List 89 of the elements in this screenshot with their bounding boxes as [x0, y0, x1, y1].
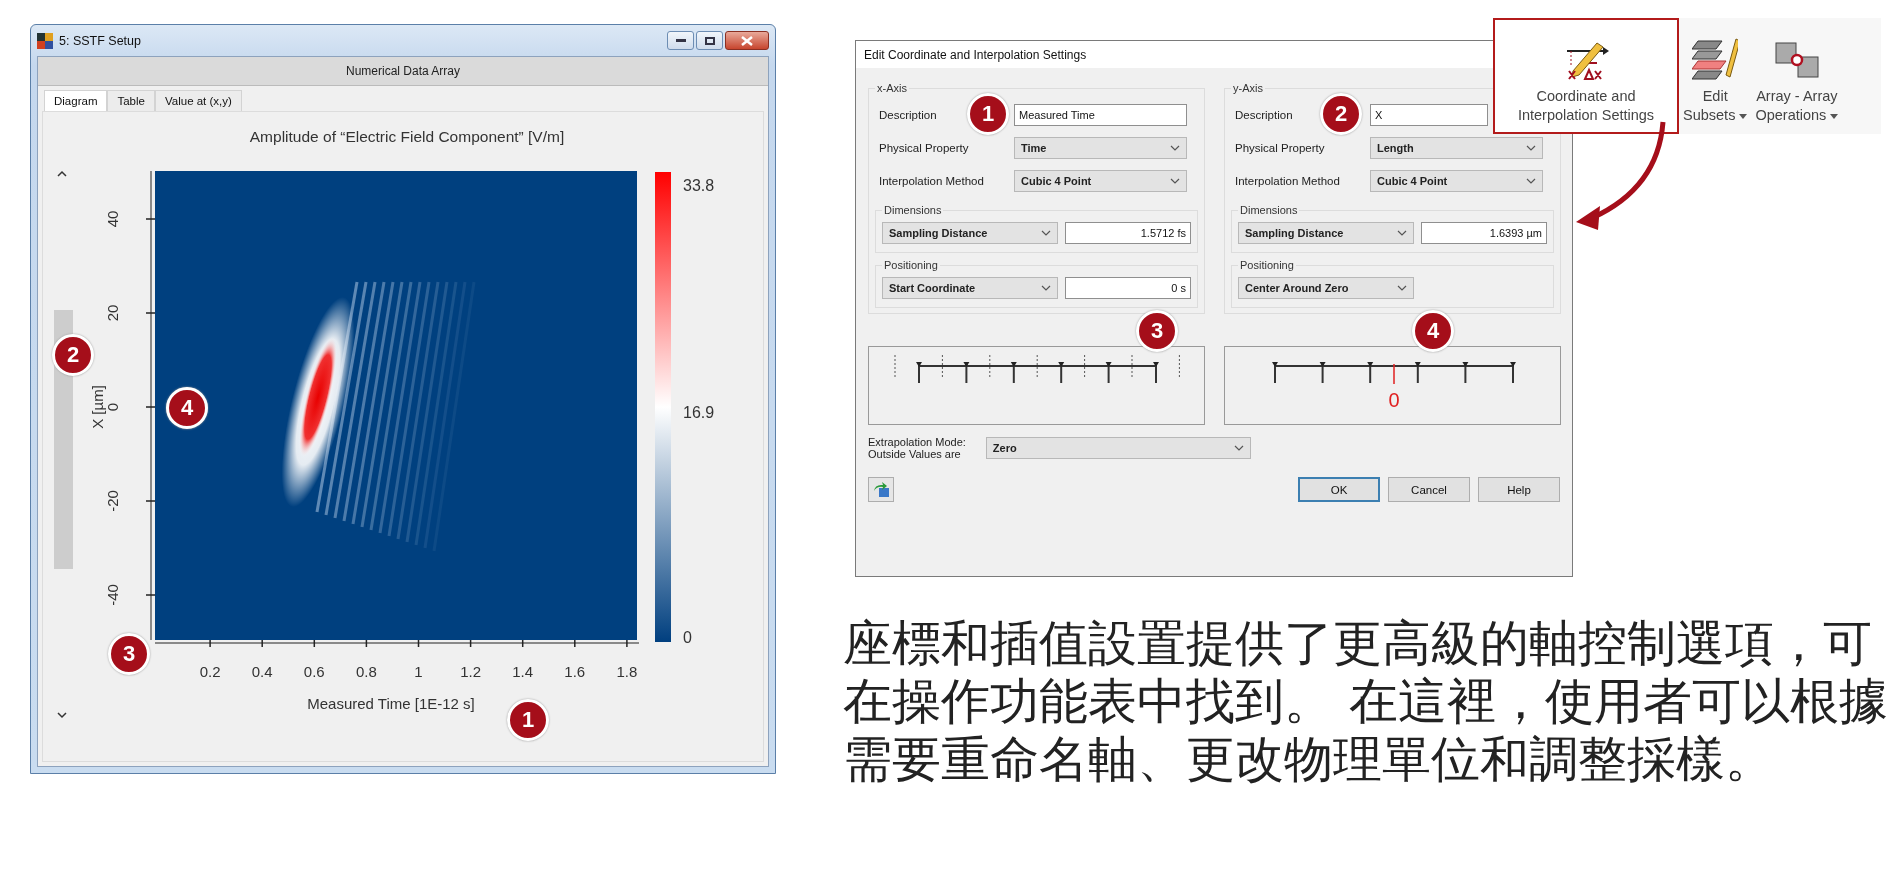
window-title: 5: SSTF Setup: [59, 33, 141, 48]
chevron-icon: [1041, 285, 1051, 291]
panel-header: Numerical Data Array: [38, 57, 768, 86]
chevron-icon: [1526, 178, 1536, 184]
tick-label: 1.8: [616, 663, 638, 680]
caption-text: 座標和插值設置提供了更高級的軸控制選項，可在操作功能表中找到。 在這裡，使用者可以根據需要重命名軸、更改物理單位和調整採樣。: [843, 615, 1889, 789]
ribbon-button[interactable]: Coordinate and Interpolation Settings: [1493, 18, 1679, 134]
tick-label: 0.4: [251, 663, 273, 680]
chevron-icon: [1041, 230, 1051, 236]
app-icon: [37, 32, 53, 49]
chevron-icon: [1233, 445, 1244, 451]
origin-label: 0: [1388, 389, 1400, 411]
tab[interactable]: Diagram: [44, 90, 108, 111]
dialog-button[interactable]: Help: [1478, 477, 1560, 502]
tick-label: 20: [104, 304, 121, 322]
number-marker: 3: [1136, 310, 1178, 352]
minimize-icon: [675, 38, 686, 43]
tick-label: 0.6: [303, 663, 325, 680]
tick-label: 1: [414, 663, 423, 680]
number-marker: 3: [108, 633, 150, 675]
description-field[interactable]: Measured Time: [1014, 104, 1187, 126]
chevron-icon: [1397, 285, 1407, 291]
chevron-icon: [1170, 178, 1180, 184]
positioning-dropdown[interactable]: Center Around Zero: [1238, 277, 1414, 299]
tick-label: 1.4: [512, 663, 534, 680]
number-marker: 1: [967, 93, 1009, 135]
physical-property-dropdown[interactable]: Time: [1014, 137, 1187, 159]
dialog-button[interactable]: Cancel: [1388, 477, 1470, 502]
tab[interactable]: Value at (x,y): [154, 90, 242, 111]
field-label: Description: [1235, 109, 1293, 121]
close-icon: [741, 35, 753, 46]
arrow-document-button[interactable]: [868, 477, 894, 502]
field-label: Physical Property: [879, 142, 969, 154]
number-marker: 2: [52, 334, 94, 376]
colorbar-label: 33.8: [683, 177, 715, 194]
axis-label: X [µm]: [89, 385, 106, 429]
field-label: Interpolation Method: [879, 175, 984, 187]
group-heading: x-Axis: [876, 82, 908, 94]
number-marker: 4: [1412, 310, 1454, 352]
caret-icon: [1739, 114, 1748, 120]
group-heading: Positioning: [883, 259, 939, 271]
dimension-value-field[interactable]: 1.5712 fs: [1065, 222, 1191, 244]
dimensions-dropdown[interactable]: Sampling Distance: [1238, 222, 1414, 244]
close-button[interactable]: [725, 31, 769, 50]
interpolation-dropdown[interactable]: Cubic 4 Point: [1014, 170, 1187, 192]
axis-label: Measured Time [1E-12 s]: [307, 695, 475, 712]
scroll-down-icon[interactable]: [57, 712, 67, 719]
minimize-button[interactable]: [667, 31, 694, 50]
caret-icon: [1830, 114, 1839, 120]
chevron-icon: [1170, 145, 1180, 151]
ribbon-button[interactable]: Edit Subsets: [1679, 18, 1752, 134]
tab[interactable]: Table: [107, 90, 155, 111]
physical-property-dropdown[interactable]: Length: [1370, 137, 1543, 159]
colorbar-label: 0: [683, 629, 692, 646]
group-heading: Dimensions: [1239, 204, 1299, 216]
field-label: Physical Property: [1235, 142, 1325, 154]
extrapolation-label: Extrapolation Mode: Outside Values are: [868, 436, 966, 460]
chart-title: Amplitude of “Electric Field Component” [V/m]: [249, 128, 565, 145]
maximize-icon: [704, 36, 715, 45]
tick-label: 0.2: [199, 663, 221, 680]
tick-label: -40: [104, 584, 121, 606]
dimensions-dropdown[interactable]: Sampling Distance: [882, 222, 1058, 244]
group-heading: Dimensions: [883, 204, 943, 216]
ribbon-button[interactable]: Array - Array Operations: [1751, 18, 1843, 134]
tick-label: 1.6: [564, 663, 586, 680]
maximize-button[interactable]: [696, 31, 723, 50]
chevron-icon: [1397, 230, 1407, 236]
description-field[interactable]: X: [1370, 104, 1488, 126]
extrapolation-dropdown[interactable]: Zero: [985, 437, 1251, 459]
tick-label: -20: [104, 490, 121, 512]
number-marker: 1: [507, 699, 549, 741]
scroll-up-icon[interactable]: [57, 170, 67, 177]
tick-label: 40: [104, 210, 121, 228]
positioning-dropdown[interactable]: Start Coordinate: [882, 277, 1058, 299]
tick-label: 1.2: [460, 663, 482, 680]
dialog-button[interactable]: OK: [1298, 477, 1380, 502]
field-label: Interpolation Method: [1235, 175, 1340, 187]
number-marker: 2: [1320, 93, 1362, 135]
arrow-document-icon: [872, 481, 890, 498]
group-heading: Positioning: [1239, 259, 1295, 271]
field-label: Description: [879, 109, 937, 121]
interpolation-dropdown[interactable]: Cubic 4 Point: [1370, 170, 1543, 192]
colorbar-label: 16.9: [683, 404, 715, 421]
chevron-icon: [1526, 145, 1536, 151]
position-value-field[interactable]: 0 s: [1065, 277, 1191, 299]
grid-link-icon: [1773, 40, 1820, 81]
group-heading: y-Axis: [1232, 82, 1264, 94]
dimension-value-field[interactable]: 1.6393 µm: [1421, 222, 1547, 244]
tick-label: 0.8: [355, 663, 377, 680]
